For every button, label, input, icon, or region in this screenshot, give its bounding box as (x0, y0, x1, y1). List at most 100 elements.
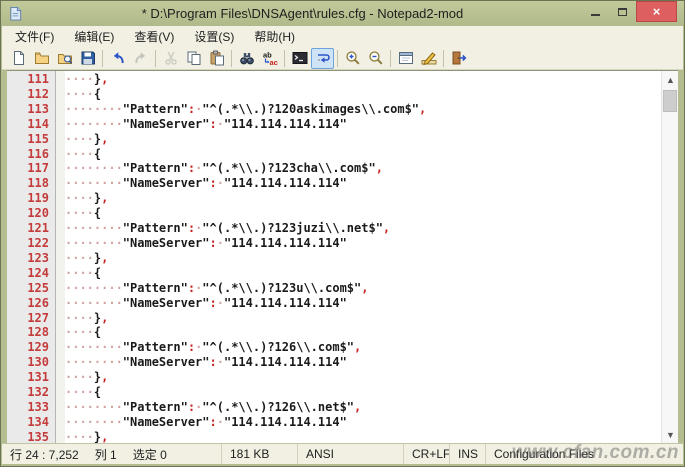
line-number: 117 (7, 161, 49, 176)
code-line: ········"Pattern":·"^(.*\\.)?126\\.net$"… (65, 400, 661, 415)
maximize-button[interactable] (609, 1, 636, 22)
copy-icon (186, 50, 202, 66)
code-line: ········"NameServer":·"114.114.114.114" (65, 415, 661, 430)
zoom-in-button[interactable] (341, 48, 364, 69)
close-icon: × (653, 4, 661, 19)
line-number: 131 (7, 370, 49, 385)
menu-item-help[interactable]: 帮助(H) (244, 25, 305, 48)
scheme-config-button[interactable] (394, 48, 417, 69)
line-number: 122 (7, 236, 49, 251)
code-line: ····{ (65, 385, 661, 400)
status-file-size: 181 KB (221, 444, 297, 464)
vertical-scrollbar[interactable]: ▲ ▼ (661, 71, 678, 443)
toolbar-separator (284, 50, 285, 67)
new-file-icon (11, 50, 27, 66)
copy-button[interactable] (182, 48, 205, 69)
line-number: 120 (7, 206, 49, 221)
caret-position: 行 24 : 7,252 列 1 选定 0 (2, 444, 221, 464)
toolbar-separator (390, 50, 391, 67)
line-number: 128 (7, 325, 49, 340)
line-number: 129 (7, 340, 49, 355)
line-number: 135 (7, 430, 49, 443)
line-number: 124 (7, 266, 49, 281)
code-line: ········"Pattern":·"^(.*\\.)?123juzi\\.n… (65, 221, 661, 236)
paste-button[interactable] (205, 48, 228, 69)
customize-scheme-icon (421, 50, 437, 66)
code-line: ····}, (65, 430, 661, 443)
exit-button[interactable] (447, 48, 470, 69)
code-line: ········"Pattern":·"^(.*\\.)?123cha\\.co… (65, 161, 661, 176)
cut-button (159, 48, 182, 69)
line-number: 115 (7, 132, 49, 147)
status-insert-mode[interactable]: INS (449, 444, 485, 464)
find-icon (239, 50, 255, 66)
line-number: 119 (7, 191, 49, 206)
code-line: ····}, (65, 370, 661, 385)
code-line: ········"NameServer":·"114.114.114.114" (65, 117, 661, 132)
status-line: 行 24 : 7,252 (10, 446, 79, 463)
window-title: * D:\Program Files\DNSAgent\rules.cfg - … (23, 6, 582, 21)
line-number-gutter[interactable]: 1111121131141151161171181191201211221231… (7, 71, 55, 443)
line-number: 133 (7, 400, 49, 415)
new-file-button[interactable] (7, 48, 30, 69)
save-file-icon (80, 50, 96, 66)
line-number: 123 (7, 251, 49, 266)
undo-button[interactable] (106, 48, 129, 69)
toolbar: abac (2, 47, 683, 70)
word-wrap-button[interactable] (311, 48, 334, 69)
redo-icon (133, 50, 149, 66)
undo-icon (110, 50, 126, 66)
menu-item-file[interactable]: 文件(F) (5, 25, 64, 48)
app-icon (8, 6, 23, 21)
open-file-button[interactable] (30, 48, 53, 69)
code-line: ····{ (65, 206, 661, 221)
status-bar: 行 24 : 7,252 列 1 选定 0 181 KB ANSI CR+LF … (2, 443, 683, 464)
customize-scheme-button[interactable] (417, 48, 440, 69)
toolbar-separator (155, 50, 156, 67)
save-file-button[interactable] (76, 48, 99, 69)
menu-item-edit[interactable]: 编辑(E) (64, 25, 124, 48)
toolbar-separator (443, 50, 444, 67)
menu-item-view[interactable]: 查看(V) (124, 25, 184, 48)
browse-file-button[interactable] (53, 48, 76, 69)
toolbar-separator (231, 50, 232, 67)
scrollbar-thumb[interactable] (663, 90, 677, 112)
code-lines[interactable]: ····},····{········"Pattern":·"^(.*\\.)?… (65, 71, 661, 443)
zoom-out-icon (368, 50, 384, 66)
replace-button[interactable]: abac (258, 48, 281, 69)
scroll-down-arrow-icon[interactable]: ▼ (662, 426, 678, 443)
cut-icon (163, 50, 179, 66)
scheme-config-icon (398, 50, 414, 66)
find-button[interactable] (235, 48, 258, 69)
maximize-icon (618, 8, 627, 16)
line-number: 114 (7, 117, 49, 132)
code-line: ········"Pattern":·"^(.*\\.)?126\\.com$"… (65, 340, 661, 355)
title-bar[interactable]: * D:\Program Files\DNSAgent\rules.cfg - … (1, 1, 684, 26)
close-button[interactable]: × (636, 1, 677, 22)
code-line: ····{ (65, 147, 661, 162)
status-file-type[interactable]: Configuration Files (485, 444, 683, 464)
launch-console-button[interactable] (288, 48, 311, 69)
code-line: ····}, (65, 311, 661, 326)
code-line: ····}, (65, 191, 661, 206)
exit-icon (451, 50, 467, 66)
line-number: 112 (7, 87, 49, 102)
redo-button (129, 48, 152, 69)
status-eol-mode[interactable]: CR+LF (403, 444, 449, 464)
status-column: 列 1 (95, 446, 117, 463)
selection-margin[interactable] (56, 71, 65, 443)
launch-console-icon (292, 50, 308, 66)
minimize-icon (591, 14, 600, 16)
menu-item-settings[interactable]: 设置(S) (184, 25, 244, 48)
zoom-out-button[interactable] (364, 48, 387, 69)
status-selection: 选定 0 (133, 446, 167, 463)
code-line: ····}, (65, 251, 661, 266)
line-number: 111 (7, 72, 49, 87)
minimize-button[interactable] (582, 1, 609, 22)
status-encoding[interactable]: ANSI (297, 444, 403, 464)
code-line: ····}, (65, 132, 661, 147)
toolbar-separator (102, 50, 103, 67)
scroll-up-arrow-icon[interactable]: ▲ (662, 71, 678, 88)
code-line: ········"NameServer":·"114.114.114.114" (65, 236, 661, 251)
code-line: ····{ (65, 266, 661, 281)
